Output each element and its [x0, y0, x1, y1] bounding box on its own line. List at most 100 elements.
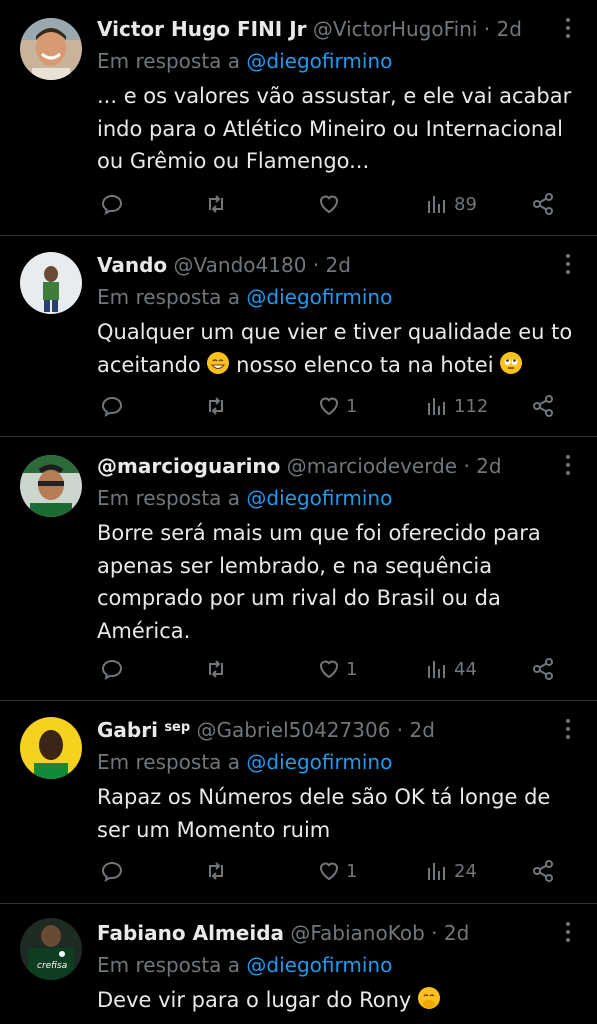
avatar[interactable]: crefisa [20, 918, 82, 980]
avatar[interactable] [20, 18, 82, 80]
mention-link[interactable]: @diegofirmino [246, 285, 392, 309]
timestamp[interactable]: 2d [444, 921, 469, 945]
heart-icon [319, 660, 339, 679]
face-with-hand-over-mouth-emoji-icon [418, 987, 441, 1009]
eye-roll-emoji-icon [500, 351, 523, 374]
views-icon [428, 196, 445, 213]
reply-context: Em resposta a @diegofirmino [97, 486, 393, 510]
tweet-header: Vando @Vando4180 · 2d [97, 253, 351, 277]
share-icon [533, 860, 553, 882]
repost-icon [209, 397, 223, 415]
user-handle[interactable]: @Vando4180 [174, 253, 307, 277]
name-superscript: sep [164, 720, 191, 735]
display-name[interactable]: Vando [97, 253, 167, 277]
views-icon [428, 398, 445, 415]
like-button[interactable] [317, 189, 346, 219]
tweet-text: Qualquer um que vier e tiver qualidade e… [97, 320, 573, 377]
tweet-4[interactable]: Gabri sep @Gabriel50427306 · 2d Em respo… [0, 701, 597, 904]
tweet-text: Borre será mais um que foi oferecido par… [97, 521, 541, 643]
tweet-header: Fabiano Almeida @FabianoKob · 2d [97, 921, 470, 945]
like-button[interactable]: 1 [317, 856, 357, 886]
tweet-1[interactable]: Victor Hugo FINI Jr @VictorHugoFini · 2d… [0, 0, 597, 236]
reply-context: Em resposta a @diegofirmino [97, 953, 393, 977]
reply-button[interactable] [100, 654, 124, 684]
timestamp[interactable]: 2d [497, 17, 522, 41]
timestamp[interactable]: 2d [410, 718, 435, 742]
views-button[interactable]: 112 [425, 391, 488, 421]
repost-icon [209, 195, 223, 213]
avatar[interactable] [20, 717, 82, 779]
repost-button[interactable] [204, 856, 228, 886]
user-handle[interactable]: @FabianoKob [290, 921, 424, 945]
repost-button[interactable] [204, 654, 228, 684]
display-name[interactable]: Fabiano Almeida [97, 921, 284, 945]
reply-button[interactable] [100, 189, 124, 219]
share-icon [533, 395, 553, 417]
tweet-5[interactable]: crefisa Fabiano Almeida @FabianoKob · 2d… [0, 904, 597, 1024]
avatar[interactable] [20, 455, 82, 517]
like-count: 1 [346, 860, 358, 882]
heart-icon [319, 195, 339, 214]
share-button[interactable] [531, 654, 555, 684]
reply-icon [101, 861, 123, 882]
views-button[interactable]: 24 [425, 856, 477, 886]
reply-button[interactable] [100, 391, 124, 421]
timestamp[interactable]: 2d [326, 253, 351, 277]
avatar[interactable] [20, 252, 82, 314]
tweet-header: @marcioguarino @marciodeverde · 2d [97, 454, 502, 478]
repost-button[interactable] [204, 391, 228, 421]
display-name[interactable]: @marcioguarino [97, 454, 280, 478]
repost-icon [209, 660, 223, 678]
more-options-icon[interactable] [565, 18, 571, 42]
share-button[interactable] [531, 856, 555, 886]
display-name[interactable]: Gabri [97, 718, 158, 742]
mention-link[interactable]: @diegofirmino [246, 49, 392, 73]
views-button[interactable]: 44 [425, 654, 477, 684]
reply-icon [101, 194, 123, 215]
share-button[interactable] [531, 189, 555, 219]
reply-context: Em resposta a @diegofirmino [97, 285, 393, 309]
tweet-header: Gabri sep @Gabriel50427306 · 2d [97, 718, 435, 742]
reply-button[interactable] [100, 856, 124, 886]
tweet-actions: 1 112 [97, 391, 577, 421]
tweet-actions: 1 44 [97, 654, 577, 684]
tweet-3[interactable]: @marcioguarino @marciodeverde · 2d Em re… [0, 437, 597, 701]
repost-icon [209, 862, 223, 880]
view-count: 24 [454, 860, 477, 882]
more-options-icon[interactable] [565, 719, 571, 743]
mention-link[interactable]: @diegofirmino [246, 486, 392, 510]
share-button[interactable] [531, 391, 555, 421]
mention-link[interactable]: @diegofirmino [246, 750, 392, 774]
views-icon [428, 863, 445, 880]
tweet-text: ... e os valores vão assustar, e ele vai… [97, 84, 572, 173]
tweet-text: Rapaz os Números dele são OK tá longe de… [97, 785, 551, 842]
like-button[interactable]: 1 [317, 391, 357, 421]
like-count: 1 [346, 658, 358, 680]
like-button[interactable]: 1 [317, 654, 357, 684]
mention-link[interactable]: @diegofirmino [246, 953, 392, 977]
heart-icon [319, 862, 339, 881]
sponsor-logo-text: crefisa [37, 961, 67, 971]
reply-icon [101, 396, 123, 417]
user-handle[interactable]: @marciodeverde [287, 454, 457, 478]
more-options-icon[interactable] [565, 254, 571, 278]
repost-button[interactable] [204, 189, 228, 219]
tweet-actions: 89 [97, 189, 577, 219]
tweet-2[interactable]: Vando @Vando4180 · 2d Em resposta a @die… [0, 236, 597, 437]
reply-icon [101, 659, 123, 680]
user-handle[interactable]: @VictorHugoFini [313, 17, 478, 41]
tweet-text: Deve vir para o lugar do Rony [97, 984, 577, 1017]
timestamp[interactable]: 2d [476, 454, 501, 478]
more-options-icon[interactable] [565, 922, 571, 946]
grinning-emoji-icon [207, 351, 230, 374]
user-handle[interactable]: @Gabriel50427306 [197, 718, 391, 742]
heart-icon [319, 397, 339, 416]
like-count: 1 [346, 395, 358, 417]
tweet-header: Victor Hugo FINI Jr @VictorHugoFini · 2d [97, 17, 522, 41]
display-name[interactable]: Victor Hugo FINI Jr [97, 17, 307, 41]
views-button[interactable]: 89 [425, 189, 477, 219]
reply-context: Em resposta a @diegofirmino [97, 49, 393, 73]
more-options-icon[interactable] [565, 455, 571, 479]
share-icon [533, 658, 553, 680]
reply-context: Em resposta a @diegofirmino [97, 750, 393, 774]
